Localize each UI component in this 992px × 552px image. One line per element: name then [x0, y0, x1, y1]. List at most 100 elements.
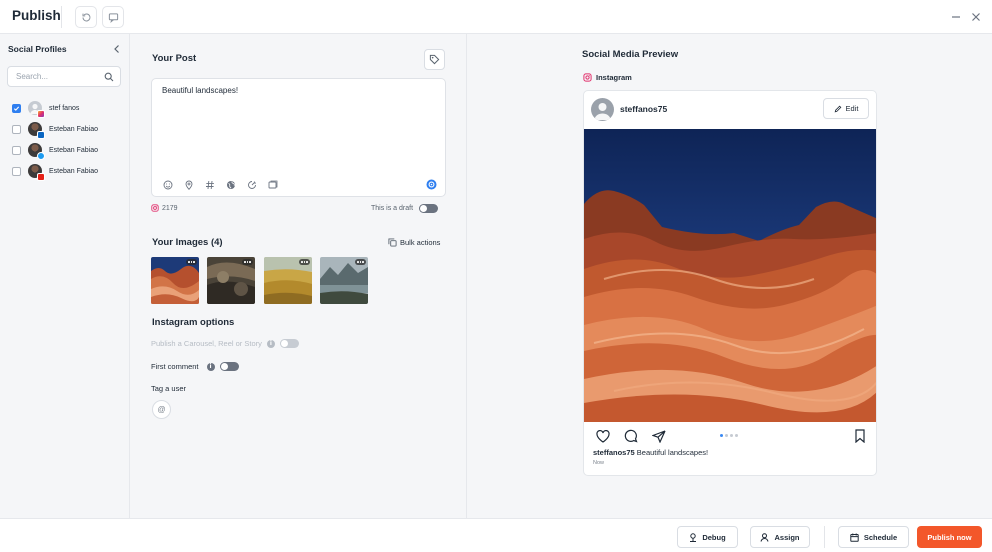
copy-icon [388, 238, 397, 247]
minimize-button[interactable] [949, 10, 963, 24]
preview-username: steffanos75 [620, 104, 668, 114]
youtube-icon [37, 173, 45, 181]
more-options-icon[interactable] [242, 259, 253, 265]
debug-icon [690, 532, 697, 542]
avatar [28, 101, 45, 118]
character-count: 2179 [151, 204, 178, 212]
bulk-actions-label: Bulk actions [400, 238, 441, 247]
footer-bar: Debug Assign Schedule Publish now [0, 518, 992, 552]
bookmark-icon[interactable] [854, 429, 866, 444]
social-media-preview: Social Media Preview Instagram steffanos… [468, 34, 992, 518]
comments-button[interactable] [102, 6, 124, 28]
bulk-actions-button[interactable]: Bulk actions [388, 238, 440, 247]
emoji-icon[interactable] [162, 179, 173, 190]
your-post-title: Your Post [152, 53, 197, 64]
debug-button[interactable]: Debug [677, 526, 738, 548]
globe-icon[interactable] [225, 179, 236, 190]
image-thumbnail[interactable] [320, 257, 368, 304]
minimize-icon [952, 16, 960, 18]
twitter-icon [37, 152, 45, 160]
location-icon[interactable] [183, 179, 194, 190]
post-text[interactable]: Beautiful landscapes! [162, 86, 238, 95]
info-icon: i [266, 339, 275, 348]
profile-row[interactable]: Esteban Fabiao [12, 142, 122, 160]
post-editor[interactable]: Beautiful landscapes! [151, 78, 446, 197]
instagram-icon [151, 204, 159, 212]
close-button[interactable] [969, 10, 983, 24]
draft-label: This is a draft [371, 205, 414, 212]
comment-icon[interactable] [623, 429, 638, 443]
top-bar: Publish [0, 0, 992, 34]
caption-username: steffanos75 [593, 448, 635, 457]
preview-image [584, 129, 876, 422]
user-icon [760, 532, 769, 542]
tag-user-label: Tag a user [151, 384, 187, 393]
tag-button[interactable] [424, 49, 445, 70]
app-title: Publish [12, 8, 61, 23]
your-images-title: Your Images (4) [152, 237, 223, 248]
search-input[interactable] [16, 70, 100, 83]
first-comment-row: First comment i [151, 362, 239, 371]
media-icon[interactable] [267, 179, 278, 190]
avatar [28, 143, 45, 160]
profile-row[interactable]: Esteban Fabiao [12, 163, 122, 181]
post-time: Now [593, 460, 605, 466]
instagram-options-title: Instagram options [152, 317, 235, 328]
profile-checkbox[interactable] [12, 124, 21, 134]
profile-name: Esteban Fabiao [49, 125, 99, 133]
publish-now-button[interactable]: Publish now [917, 526, 982, 548]
calendar-icon [850, 533, 859, 542]
pencil-icon [834, 105, 841, 112]
more-options-icon[interactable] [299, 259, 310, 265]
check-icon [13, 106, 20, 111]
carousel-indicator [720, 434, 738, 437]
edit-button[interactable]: Edit [823, 98, 869, 119]
linkedin-icon [37, 131, 45, 139]
image-thumbnail[interactable] [207, 257, 255, 304]
social-profiles-sidebar: Social Profiles stef fanos Esteban Fabia… [0, 34, 130, 518]
draft-toggle-row: This is a draft [371, 204, 439, 213]
more-options-icon[interactable] [186, 259, 197, 265]
image-thumbnail[interactable] [264, 257, 312, 304]
profile-checkbox[interactable] [12, 166, 21, 176]
caption-text: Beautiful landscapes! [634, 448, 709, 457]
profile-name: stef fanos [49, 104, 80, 112]
schedule-button[interactable]: Schedule [838, 526, 909, 548]
profile-checkbox[interactable] [12, 103, 21, 113]
comment-icon [108, 12, 118, 23]
gif-icon[interactable] [246, 179, 257, 190]
history-button[interactable] [75, 6, 97, 28]
search-field[interactable] [7, 66, 121, 87]
share-icon[interactable] [651, 429, 666, 443]
editor-toolbar [162, 179, 278, 190]
hashtag-icon[interactable] [204, 179, 215, 190]
post-caption: steffanos75 Beautiful landscapes! [593, 448, 708, 457]
assign-button[interactable]: Assign [750, 526, 810, 548]
first-comment-toggle[interactable] [219, 362, 239, 371]
profile-name: Esteban Fabiao [49, 167, 99, 175]
collapse-sidebar-button[interactable] [112, 43, 122, 53]
profile-row[interactable]: Esteban Fabiao [12, 121, 122, 139]
instagram-icon [583, 73, 592, 82]
preview-title: Social Media Preview [582, 49, 679, 60]
tag-icon [429, 54, 440, 65]
close-icon [972, 13, 980, 21]
image-thumbnail[interactable] [151, 257, 199, 304]
profile-checkbox[interactable] [12, 145, 21, 155]
draft-toggle[interactable] [419, 204, 439, 213]
sidebar-title: Social Profiles [8, 44, 67, 54]
carousel-option-label: Publish a Carousel, Reel or Story [151, 339, 262, 348]
profile-name: Esteban Fabiao [49, 146, 99, 154]
profile-row[interactable]: stef fanos [12, 100, 122, 118]
debug-label: Debug [702, 532, 726, 542]
post-actions [595, 429, 666, 443]
ai-assist-icon[interactable] [426, 179, 437, 190]
char-count-value: 2179 [162, 204, 178, 212]
tag-user-button[interactable]: @ [152, 400, 171, 419]
more-options-icon[interactable] [355, 259, 366, 265]
carousel-toggle[interactable] [279, 339, 299, 348]
divider [61, 6, 62, 28]
history-icon [82, 13, 90, 21]
heart-icon[interactable] [595, 429, 610, 443]
instagram-post-preview: steffanos75 Edit steffanos75 Beautiful l… [583, 90, 877, 476]
